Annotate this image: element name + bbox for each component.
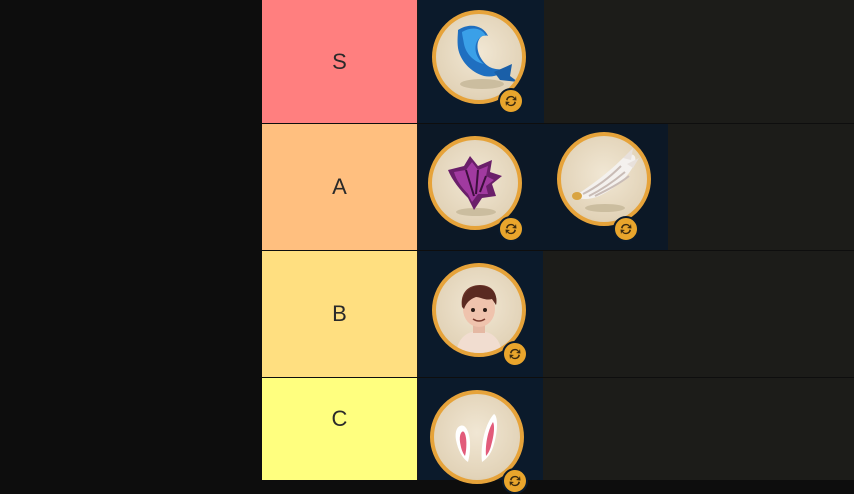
tier-items-c[interactable] — [418, 378, 854, 494]
refresh-badge — [498, 216, 524, 242]
boy-face-icon — [456, 285, 502, 353]
tier-item-dolphin[interactable] — [418, 0, 544, 123]
tier-row-b: B — [262, 251, 854, 377]
refresh-icon — [509, 475, 521, 487]
tier-items-b[interactable] — [418, 251, 854, 377]
tier-item-angel-wing[interactable] — [543, 124, 668, 250]
refresh-badge — [502, 341, 528, 367]
demon-wing-icon — [448, 156, 502, 216]
angel-wing-icon — [572, 148, 639, 212]
tier-label-a[interactable]: A — [262, 124, 417, 250]
tier-row-a: A — [262, 124, 854, 250]
tier-item-boy-face[interactable] — [418, 251, 543, 377]
tier-label-s[interactable]: S — [262, 0, 417, 123]
tier-item-demon-wing[interactable] — [418, 124, 543, 250]
refresh-icon — [505, 95, 517, 107]
refresh-badge — [498, 88, 524, 114]
tier-items-s[interactable] — [418, 0, 854, 123]
tier-row-s: S — [262, 0, 854, 123]
refresh-icon — [509, 348, 521, 360]
bunny-ears-icon — [455, 414, 497, 462]
refresh-icon — [505, 223, 517, 235]
tier-item-bunny-ears[interactable] — [418, 378, 543, 494]
item-coin — [557, 132, 651, 226]
refresh-icon — [620, 223, 632, 235]
tier-label-b[interactable]: B — [262, 251, 417, 377]
tier-label-c[interactable]: C — [262, 378, 417, 480]
tier-row-c: C — [262, 378, 854, 494]
tier-list: S A B C — [262, 0, 854, 494]
refresh-badge — [502, 468, 528, 494]
refresh-badge — [613, 216, 639, 242]
tier-items-a[interactable] — [418, 124, 854, 250]
